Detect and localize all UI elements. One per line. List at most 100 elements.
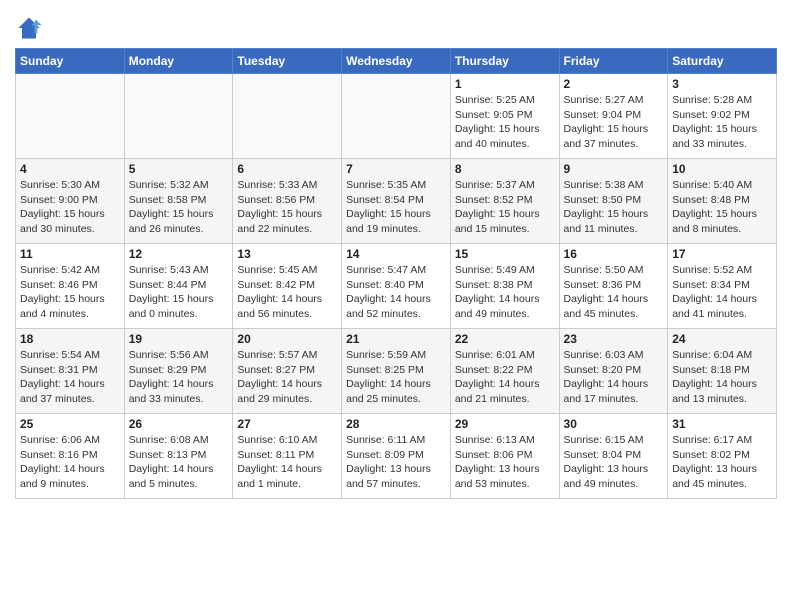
day-cell-11: 11 Sunrise: 5:42 AM Sunset: 8:46 PM Dayli… [16, 244, 125, 329]
day-info: Sunrise: 5:32 AM Sunset: 8:58 PM Dayligh… [129, 178, 229, 237]
day-cell-24: 24Sunrise: 6:04 AM Sunset: 8:18 PM Dayli… [668, 329, 777, 414]
day-info: Sunrise: 6:11 AM Sunset: 8:09 PM Dayligh… [346, 433, 446, 492]
day-cell-31: 31 Sunrise: 6:17 AM Sunset: 8:02 PM Dayli… [668, 414, 777, 499]
page-header [15, 10, 777, 42]
day-number: 16 [564, 247, 664, 261]
empty-cell [233, 74, 342, 159]
day-info: Sunrise: 5:27 AM Sunset: 9:04 PM Dayligh… [564, 93, 664, 152]
day-number: 15 [455, 247, 555, 261]
weekday-header-wednesday: Wednesday [342, 49, 451, 74]
day-number: 2 [564, 77, 664, 91]
day-number: 30 [564, 417, 664, 431]
weekday-header-sunday: Sunday [16, 49, 125, 74]
day-info: Sunrise: 5:38 AM Sunset: 8:50 PM Dayligh… [564, 178, 664, 237]
day-number: 18 [20, 332, 120, 346]
day-number: 9 [564, 162, 664, 176]
day-info: Sunrise: 5:28 AM Sunset: 9:02 PM Dayligh… [672, 93, 772, 152]
day-cell-14: 14 Sunrise: 5:47 AM Sunset: 8:40 PM Dayli… [342, 244, 451, 329]
day-cell-4: 4Sunrise: 5:30 AM Sunset: 9:00 PM Daylig… [16, 159, 125, 244]
day-number: 13 [237, 247, 337, 261]
day-cell-27: 27 Sunrise: 6:10 AM Sunset: 8:11 PM Dayli… [233, 414, 342, 499]
day-number: 17 [672, 247, 772, 261]
day-cell-15: 15 Sunrise: 5:49 AM Sunset: 8:38 PM Dayli… [450, 244, 559, 329]
day-info: Sunrise: 6:15 AM Sunset: 8:04 PM Dayligh… [564, 433, 664, 492]
day-info: Sunrise: 5:37 AM Sunset: 8:52 PM Dayligh… [455, 178, 555, 237]
day-info: Sunrise: 6:08 AM Sunset: 8:13 PM Dayligh… [129, 433, 229, 492]
day-info: Sunrise: 5:25 AM Sunset: 9:05 PM Dayligh… [455, 93, 555, 152]
day-info: Sunrise: 6:10 AM Sunset: 8:11 PM Dayligh… [237, 433, 337, 492]
day-number: 12 [129, 247, 229, 261]
day-number: 26 [129, 417, 229, 431]
day-info: Sunrise: 5:50 AM Sunset: 8:36 PM Dayligh… [564, 263, 664, 322]
day-number: 24 [672, 332, 772, 346]
day-cell-2: 2 Sunrise: 5:27 AM Sunset: 9:04 PM Daylig… [559, 74, 668, 159]
calendar-table: SundayMondayTuesdayWednesdayThursdayFrid… [15, 48, 777, 499]
day-number: 27 [237, 417, 337, 431]
day-number: 19 [129, 332, 229, 346]
day-cell-20: 20 Sunrise: 5:57 AM Sunset: 8:27 PM Dayli… [233, 329, 342, 414]
day-cell-3: 3Sunrise: 5:28 AM Sunset: 9:02 PM Daylig… [668, 74, 777, 159]
day-cell-26: 26 Sunrise: 6:08 AM Sunset: 8:13 PM Dayli… [124, 414, 233, 499]
day-cell-16: 16 Sunrise: 5:50 AM Sunset: 8:36 PM Dayli… [559, 244, 668, 329]
day-info: Sunrise: 6:17 AM Sunset: 8:02 PM Dayligh… [672, 433, 772, 492]
day-info: Sunrise: 5:57 AM Sunset: 8:27 PM Dayligh… [237, 348, 337, 407]
day-cell-7: 7 Sunrise: 5:35 AM Sunset: 8:54 PM Daylig… [342, 159, 451, 244]
day-number: 23 [564, 332, 664, 346]
day-number: 10 [672, 162, 772, 176]
day-number: 25 [20, 417, 120, 431]
day-cell-22: 22 Sunrise: 6:01 AM Sunset: 8:22 PM Dayli… [450, 329, 559, 414]
day-info: Sunrise: 6:06 AM Sunset: 8:16 PM Dayligh… [20, 433, 120, 492]
day-info: Sunrise: 5:45 AM Sunset: 8:42 PM Dayligh… [237, 263, 337, 322]
day-info: Sunrise: 6:03 AM Sunset: 8:20 PM Dayligh… [564, 348, 664, 407]
week-row-3: 11 Sunrise: 5:42 AM Sunset: 8:46 PM Dayli… [16, 244, 777, 329]
weekday-header-friday: Friday [559, 49, 668, 74]
day-number: 28 [346, 417, 446, 431]
day-cell-18: 18 Sunrise: 5:54 AM Sunset: 8:31 PM Dayli… [16, 329, 125, 414]
day-cell-6: 6Sunrise: 5:33 AM Sunset: 8:56 PM Daylig… [233, 159, 342, 244]
day-number: 20 [237, 332, 337, 346]
day-info: Sunrise: 6:01 AM Sunset: 8:22 PM Dayligh… [455, 348, 555, 407]
day-info: Sunrise: 5:33 AM Sunset: 8:56 PM Dayligh… [237, 178, 337, 237]
day-cell-25: 25 Sunrise: 6:06 AM Sunset: 8:16 PM Dayli… [16, 414, 125, 499]
day-info: Sunrise: 5:30 AM Sunset: 9:00 PM Dayligh… [20, 178, 120, 237]
day-info: Sunrise: 6:13 AM Sunset: 8:06 PM Dayligh… [455, 433, 555, 492]
day-cell-10: 10 Sunrise: 5:40 AM Sunset: 8:48 PM Dayli… [668, 159, 777, 244]
day-number: 7 [346, 162, 446, 176]
day-cell-19: 19 Sunrise: 5:56 AM Sunset: 8:29 PM Dayli… [124, 329, 233, 414]
day-info: Sunrise: 5:49 AM Sunset: 8:38 PM Dayligh… [455, 263, 555, 322]
weekday-header-thursday: Thursday [450, 49, 559, 74]
weekday-header-row: SundayMondayTuesdayWednesdayThursdayFrid… [16, 49, 777, 74]
day-info: Sunrise: 5:35 AM Sunset: 8:54 PM Dayligh… [346, 178, 446, 237]
day-cell-5: 5Sunrise: 5:32 AM Sunset: 8:58 PM Daylig… [124, 159, 233, 244]
day-info: Sunrise: 5:52 AM Sunset: 8:34 PM Dayligh… [672, 263, 772, 322]
day-info: Sunrise: 5:47 AM Sunset: 8:40 PM Dayligh… [346, 263, 446, 322]
day-info: Sunrise: 5:42 AM Sunset: 8:46 PM Dayligh… [20, 263, 120, 322]
day-info: Sunrise: 5:43 AM Sunset: 8:44 PM Dayligh… [129, 263, 229, 322]
weekday-header-tuesday: Tuesday [233, 49, 342, 74]
day-number: 22 [455, 332, 555, 346]
empty-cell [124, 74, 233, 159]
day-cell-1: 1 Sunrise: 5:25 AM Sunset: 9:05 PM Daylig… [450, 74, 559, 159]
day-info: Sunrise: 5:56 AM Sunset: 8:29 PM Dayligh… [129, 348, 229, 407]
day-info: Sunrise: 5:54 AM Sunset: 8:31 PM Dayligh… [20, 348, 120, 407]
day-cell-30: 30 Sunrise: 6:15 AM Sunset: 8:04 PM Dayli… [559, 414, 668, 499]
day-number: 11 [20, 247, 120, 261]
logo [15, 14, 47, 42]
day-number: 1 [455, 77, 555, 91]
day-number: 31 [672, 417, 772, 431]
empty-cell [342, 74, 451, 159]
day-cell-12: 12 Sunrise: 5:43 AM Sunset: 8:44 PM Dayli… [124, 244, 233, 329]
day-number: 8 [455, 162, 555, 176]
day-cell-9: 9 Sunrise: 5:38 AM Sunset: 8:50 PM Daylig… [559, 159, 668, 244]
week-row-2: 4Sunrise: 5:30 AM Sunset: 9:00 PM Daylig… [16, 159, 777, 244]
day-number: 29 [455, 417, 555, 431]
weekday-header-monday: Monday [124, 49, 233, 74]
day-cell-13: 13 Sunrise: 5:45 AM Sunset: 8:42 PM Dayli… [233, 244, 342, 329]
week-row-5: 25 Sunrise: 6:06 AM Sunset: 8:16 PM Dayli… [16, 414, 777, 499]
day-number: 21 [346, 332, 446, 346]
day-info: Sunrise: 5:59 AM Sunset: 8:25 PM Dayligh… [346, 348, 446, 407]
day-cell-17: 17 Sunrise: 5:52 AM Sunset: 8:34 PM Dayli… [668, 244, 777, 329]
day-cell-23: 23 Sunrise: 6:03 AM Sunset: 8:20 PM Dayli… [559, 329, 668, 414]
day-info: Sunrise: 5:40 AM Sunset: 8:48 PM Dayligh… [672, 178, 772, 237]
day-number: 14 [346, 247, 446, 261]
